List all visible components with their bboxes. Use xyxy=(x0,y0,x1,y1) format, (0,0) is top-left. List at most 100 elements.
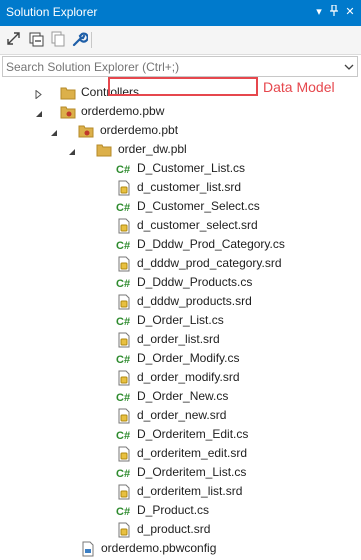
tree-item-file[interactable]: d_orderitem_edit.srd xyxy=(0,444,361,463)
highlight-box xyxy=(108,77,258,96)
tree-item-pbw[interactable]: orderdemo.pbw xyxy=(0,102,361,121)
tree-item-label: d_orderitem_edit.srd xyxy=(137,446,248,460)
tree-item-file[interactable]: C# D_Customer_List.cs xyxy=(0,159,361,178)
tree-item-file[interactable]: C# D_Customer_Select.cs xyxy=(0,197,361,216)
toolbar-separator xyxy=(91,32,92,48)
svg-text:C#: C# xyxy=(116,392,130,404)
collapse-arrow-icon[interactable] xyxy=(35,107,43,121)
tree-item-label: D_Order_List.cs xyxy=(137,313,224,327)
tree-item-file[interactable]: d_customer_select.srd xyxy=(0,216,361,235)
srd-file-icon xyxy=(116,180,132,196)
tree-item-label: D_Product.cs xyxy=(137,503,210,517)
svg-text:C#: C# xyxy=(116,430,130,442)
svg-text:C#: C# xyxy=(116,468,130,480)
tree-item-pbl[interactable]: order_dw.pbl xyxy=(0,140,361,159)
tree-item-label: d_dddw_prod_category.srd xyxy=(137,256,282,270)
csharp-file-icon: C# xyxy=(116,389,132,405)
tree-item-label: d_customer_select.srd xyxy=(137,218,258,232)
tree-item-label: orderdemo.pbt xyxy=(100,123,179,137)
tree-item-label: D_Dddw_Products.cs xyxy=(137,275,253,289)
csharp-file-icon: C# xyxy=(116,161,132,177)
tree-item-label: d_customer_list.srd xyxy=(137,180,242,194)
expand-arrow-icon[interactable] xyxy=(35,88,43,102)
search-options-icon[interactable] xyxy=(344,61,354,75)
workspace-icon xyxy=(60,104,76,120)
dropdown-icon[interactable]: ▾ xyxy=(312,5,326,18)
tree-item-file[interactable]: C# D_Orderitem_List.cs xyxy=(0,463,361,482)
tree-item-file[interactable]: d_order_new.srd xyxy=(0,406,361,425)
toolbar xyxy=(0,26,361,55)
tree-item-file[interactable]: C# D_Dddw_Prod_Category.cs xyxy=(0,235,361,254)
show-all-files-icon[interactable] xyxy=(49,30,67,48)
target-icon xyxy=(78,123,94,139)
svg-text:C#: C# xyxy=(116,506,130,518)
collapse-all-icon[interactable] xyxy=(27,30,45,48)
csharp-file-icon: C# xyxy=(116,503,132,519)
csharp-file-icon: C# xyxy=(116,427,132,443)
tree-item-label: d_order_modify.srd xyxy=(137,370,240,384)
tree-item-label: orderdemo.pbw xyxy=(81,104,165,118)
tree-item-label: D_Customer_List.cs xyxy=(137,161,246,175)
tree-item-pbt[interactable]: orderdemo.pbt xyxy=(0,121,361,140)
tree-item-file[interactable]: C# D_Order_Modify.cs xyxy=(0,349,361,368)
srd-file-icon xyxy=(116,332,132,348)
tree-item-file[interactable]: d_product.srd xyxy=(0,520,361,539)
tree-item-label: D_Order_New.cs xyxy=(137,389,229,403)
properties-wrench-icon[interactable] xyxy=(70,30,89,48)
tree-item-label: d_product.srd xyxy=(137,522,211,536)
window-title: Solution Explorer xyxy=(6,5,98,19)
srd-file-icon xyxy=(116,408,132,424)
tree-item-label: d_orderitem_list.srd xyxy=(137,484,243,498)
tree-item-label: d_dddw_products.srd xyxy=(137,294,252,308)
tree-item-file[interactable]: C# D_Product.cs xyxy=(0,501,361,520)
tree-item-label: orderdemo.pbwconfig xyxy=(101,541,217,555)
library-folder-icon xyxy=(96,142,112,158)
svg-text:C#: C# xyxy=(116,202,130,214)
svg-text:C#: C# xyxy=(116,354,130,366)
title-bar: Solution Explorer ▾ ✕ xyxy=(0,0,361,26)
collapse-arrow-icon[interactable] xyxy=(50,126,58,140)
tree-item-file[interactable]: C# D_Order_List.cs xyxy=(0,311,361,330)
srd-file-icon xyxy=(116,446,132,462)
tree-item-file[interactable]: d_order_list.srd xyxy=(0,330,361,349)
close-icon[interactable]: ✕ xyxy=(343,5,357,18)
srd-file-icon xyxy=(116,484,132,500)
tree-item-file[interactable]: C# D_Orderitem_Edit.cs xyxy=(0,425,361,444)
tree-item-file[interactable]: C# D_Dddw_Products.cs xyxy=(0,273,361,292)
config-file-icon xyxy=(80,541,96,557)
tree-item-label: D_Dddw_Prod_Category.cs xyxy=(137,237,285,251)
tree-item-label: d_order_new.srd xyxy=(137,408,227,422)
collapse-arrow-icon[interactable] xyxy=(68,145,76,159)
srd-file-icon xyxy=(116,370,132,386)
tree-item-file[interactable]: d_dddw_prod_category.srd xyxy=(0,254,361,273)
annotation-label: Data Model xyxy=(263,79,335,95)
csharp-file-icon: C# xyxy=(116,465,132,481)
csharp-file-icon: C# xyxy=(116,351,132,367)
tree-item-label: D_Customer_Select.cs xyxy=(137,199,260,213)
svg-text:C#: C# xyxy=(116,316,130,328)
csharp-file-icon: C# xyxy=(116,237,132,253)
srd-file-icon xyxy=(116,522,132,538)
search-box[interactable] xyxy=(2,56,358,77)
pin-icon[interactable] xyxy=(327,4,341,20)
srd-file-icon xyxy=(116,218,132,234)
tree-item-file[interactable]: C# D_Order_New.cs xyxy=(0,387,361,406)
csharp-file-icon: C# xyxy=(116,275,132,291)
tree-item-file[interactable]: d_customer_list.srd xyxy=(0,178,361,197)
svg-text:C#: C# xyxy=(116,278,130,290)
tree-item-label: D_Order_Modify.cs xyxy=(137,351,240,365)
sync-icon[interactable] xyxy=(5,30,23,48)
csharp-file-icon: C# xyxy=(116,313,132,329)
tree-item-label: order_dw.pbl xyxy=(118,142,187,156)
tree-item-file[interactable]: d_dddw_products.srd xyxy=(0,292,361,311)
svg-text:C#: C# xyxy=(116,240,130,252)
srd-file-icon xyxy=(116,256,132,272)
tree-item-file[interactable]: d_orderitem_list.srd xyxy=(0,482,361,501)
tree-item-pbwconfig[interactable]: orderdemo.pbwconfig xyxy=(0,539,361,558)
tree-item-label: D_Orderitem_Edit.cs xyxy=(137,427,249,441)
search-input[interactable] xyxy=(6,58,326,75)
tree-item-file[interactable]: d_order_modify.srd xyxy=(0,368,361,387)
tree-item-label: D_Orderitem_List.cs xyxy=(137,465,247,479)
solution-tree: Controllers orderdemo.pbw orderdemo.pbt … xyxy=(0,80,361,560)
srd-file-icon xyxy=(116,294,132,310)
